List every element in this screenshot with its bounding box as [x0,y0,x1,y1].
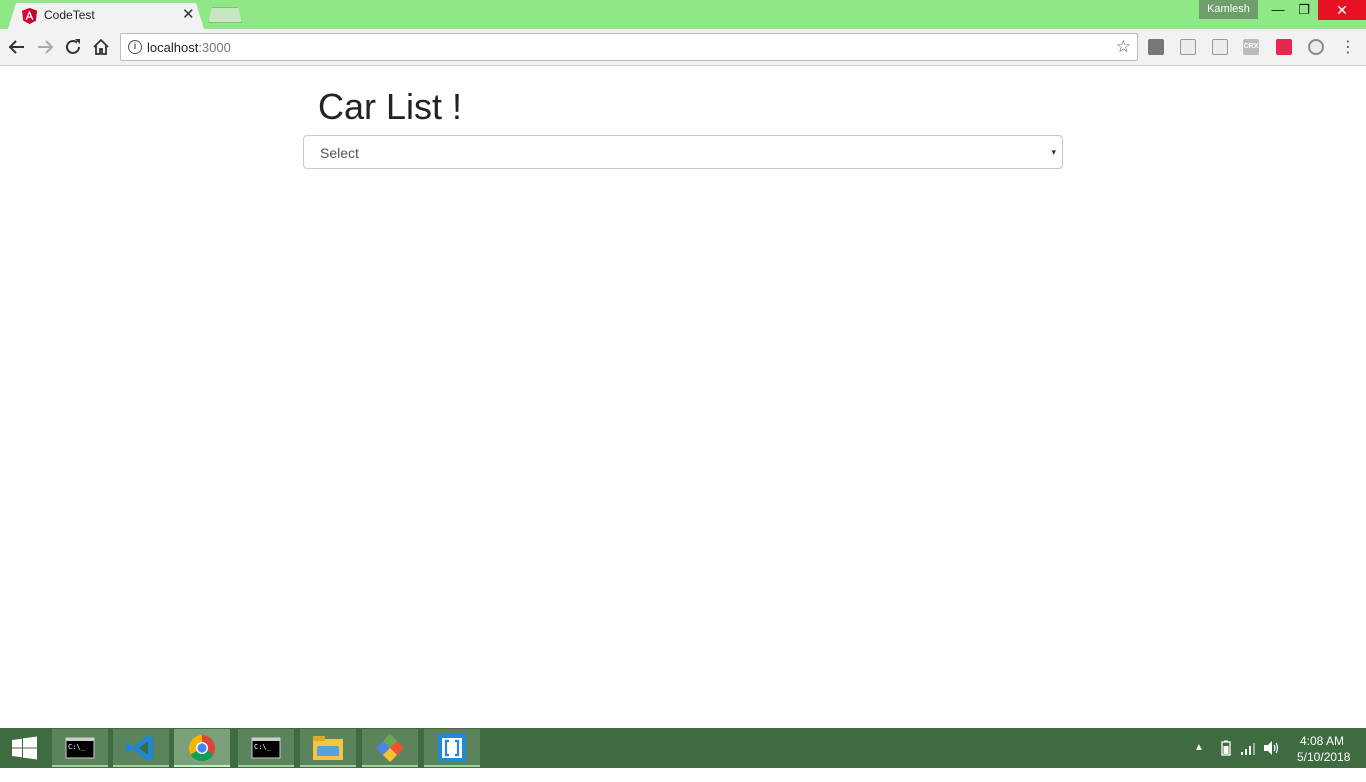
browser-tab[interactable]: CodeTest ✕ [8,3,204,29]
grid-icon-2[interactable] [1212,39,1228,55]
new-tab-button[interactable] [208,7,242,23]
file-explorer-icon [313,736,343,760]
select-value: Select [320,145,359,161]
kebab-menu-icon[interactable]: ⋮ [1340,37,1356,57]
taskbar-brackets[interactable] [424,729,480,767]
info-icon[interactable]: i [128,40,142,54]
svg-text:C:\_: C:\_ [254,743,272,751]
chrome-icon [188,734,215,762]
brackets-icon [438,734,466,762]
address-bar[interactable]: i localhost:3000 ☆ [120,33,1138,61]
volume-icon[interactable] [1263,740,1279,756]
home-icon[interactable] [90,36,112,58]
taskbar-vscode[interactable] [113,729,169,767]
crx-icon[interactable]: CRX [1243,39,1259,55]
show-hidden-icons-button[interactable]: ▲ [1194,742,1204,782]
network-icon[interactable] [1240,741,1256,755]
browser-toolbar: i localhost:3000 ☆ CRX ⋮ [0,29,1366,66]
vitals-icon[interactable] [1276,39,1292,55]
cmd-icon: C:\_ [251,737,281,759]
battery-icon[interactable] [1221,740,1231,756]
vscode-icon [126,735,153,761]
reload-icon[interactable] [62,36,84,58]
svg-text:C:\_: C:\_ [68,743,86,751]
bookmark-star-icon[interactable]: ☆ [1116,37,1131,57]
satellite-icon[interactable] [1308,39,1324,55]
url-host: localhost [147,40,199,55]
restore-button[interactable]: ❐ [1289,0,1319,20]
git-icon [376,734,404,762]
browser-title-bar: CodeTest ✕ Kamlesh — ❐ ✕ [0,0,1366,29]
taskbar-chrome[interactable] [174,729,230,767]
taskbar-cmd-2[interactable]: C:\_ [238,729,294,767]
page-title: Car List ! [318,86,463,127]
car-select-dropdown[interactable]: Select ▾ [303,135,1063,169]
extension-icon-1[interactable] [1148,39,1164,55]
clock-time[interactable]: 4:08 AM [1300,734,1344,748]
url-text: localhost:3000 [147,40,231,55]
windows-taskbar: C:\_ C:\_ ▲ 4:08 AM 5/10/2018 [0,728,1366,768]
taskbar-git[interactable] [362,729,418,767]
close-window-button[interactable]: ✕ [1318,0,1366,20]
url-port: :3000 [198,40,231,55]
tab-close-icon[interactable]: ✕ [182,6,195,24]
cmd-icon: C:\_ [65,737,95,759]
grid-icon[interactable] [1180,39,1196,55]
angular-icon [22,8,37,24]
forward-arrow-icon[interactable] [34,36,56,58]
back-arrow-icon[interactable] [6,36,28,58]
chevron-down-icon: ▾ [1051,147,1056,157]
clock-date[interactable]: 5/10/2018 [1297,750,1350,764]
taskbar-file-explorer[interactable] [300,729,356,767]
tab-title: CodeTest [44,8,95,22]
windows-start-icon[interactable] [0,728,48,768]
profile-button[interactable]: Kamlesh [1199,0,1258,19]
taskbar-cmd-1[interactable]: C:\_ [52,729,108,767]
